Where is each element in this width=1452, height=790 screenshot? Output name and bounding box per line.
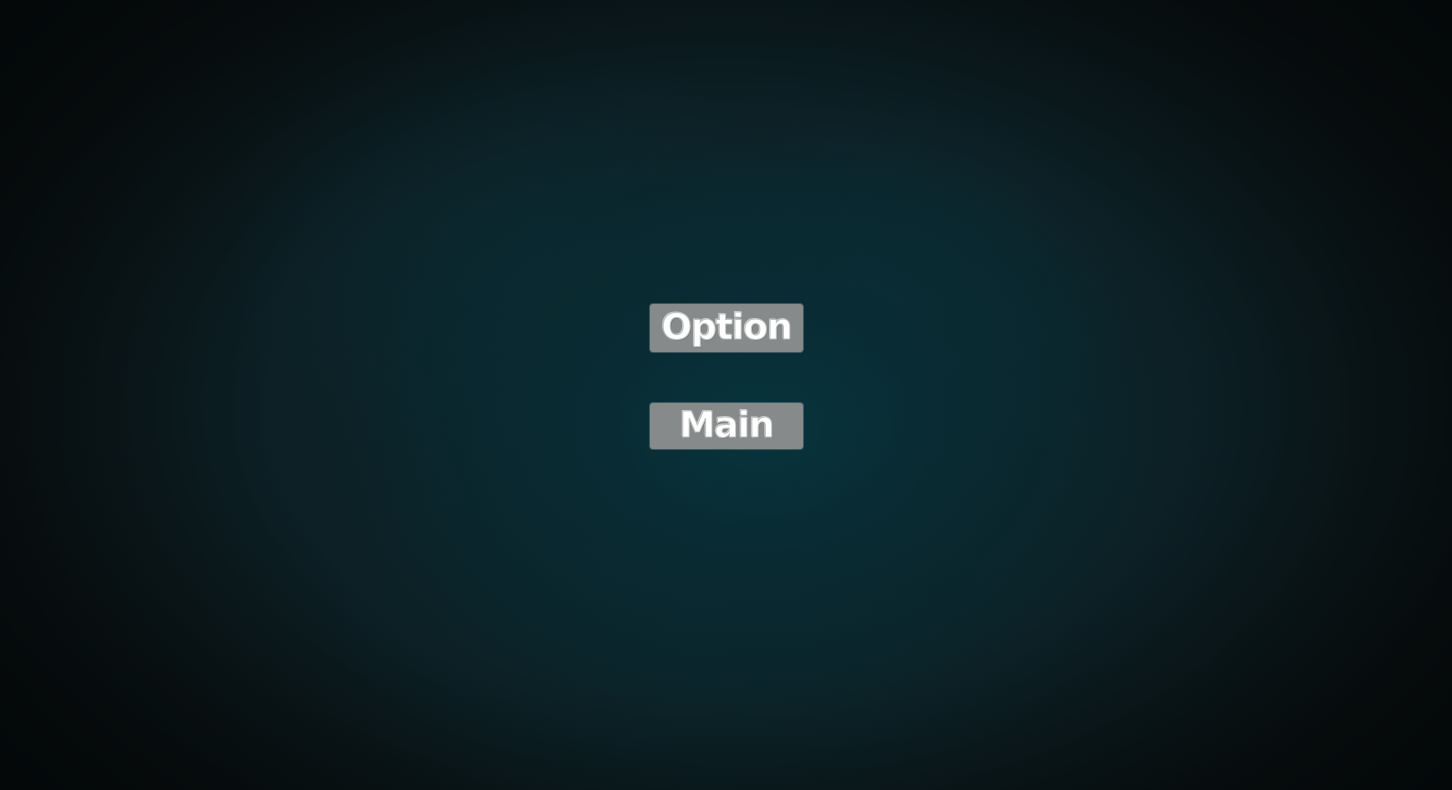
option-button-label: Option (661, 307, 793, 348)
option-button[interactable]: Option (650, 304, 803, 352)
background (0, 0, 1452, 790)
main-button[interactable]: Main (650, 403, 803, 449)
main-button-label: Main (679, 405, 775, 446)
